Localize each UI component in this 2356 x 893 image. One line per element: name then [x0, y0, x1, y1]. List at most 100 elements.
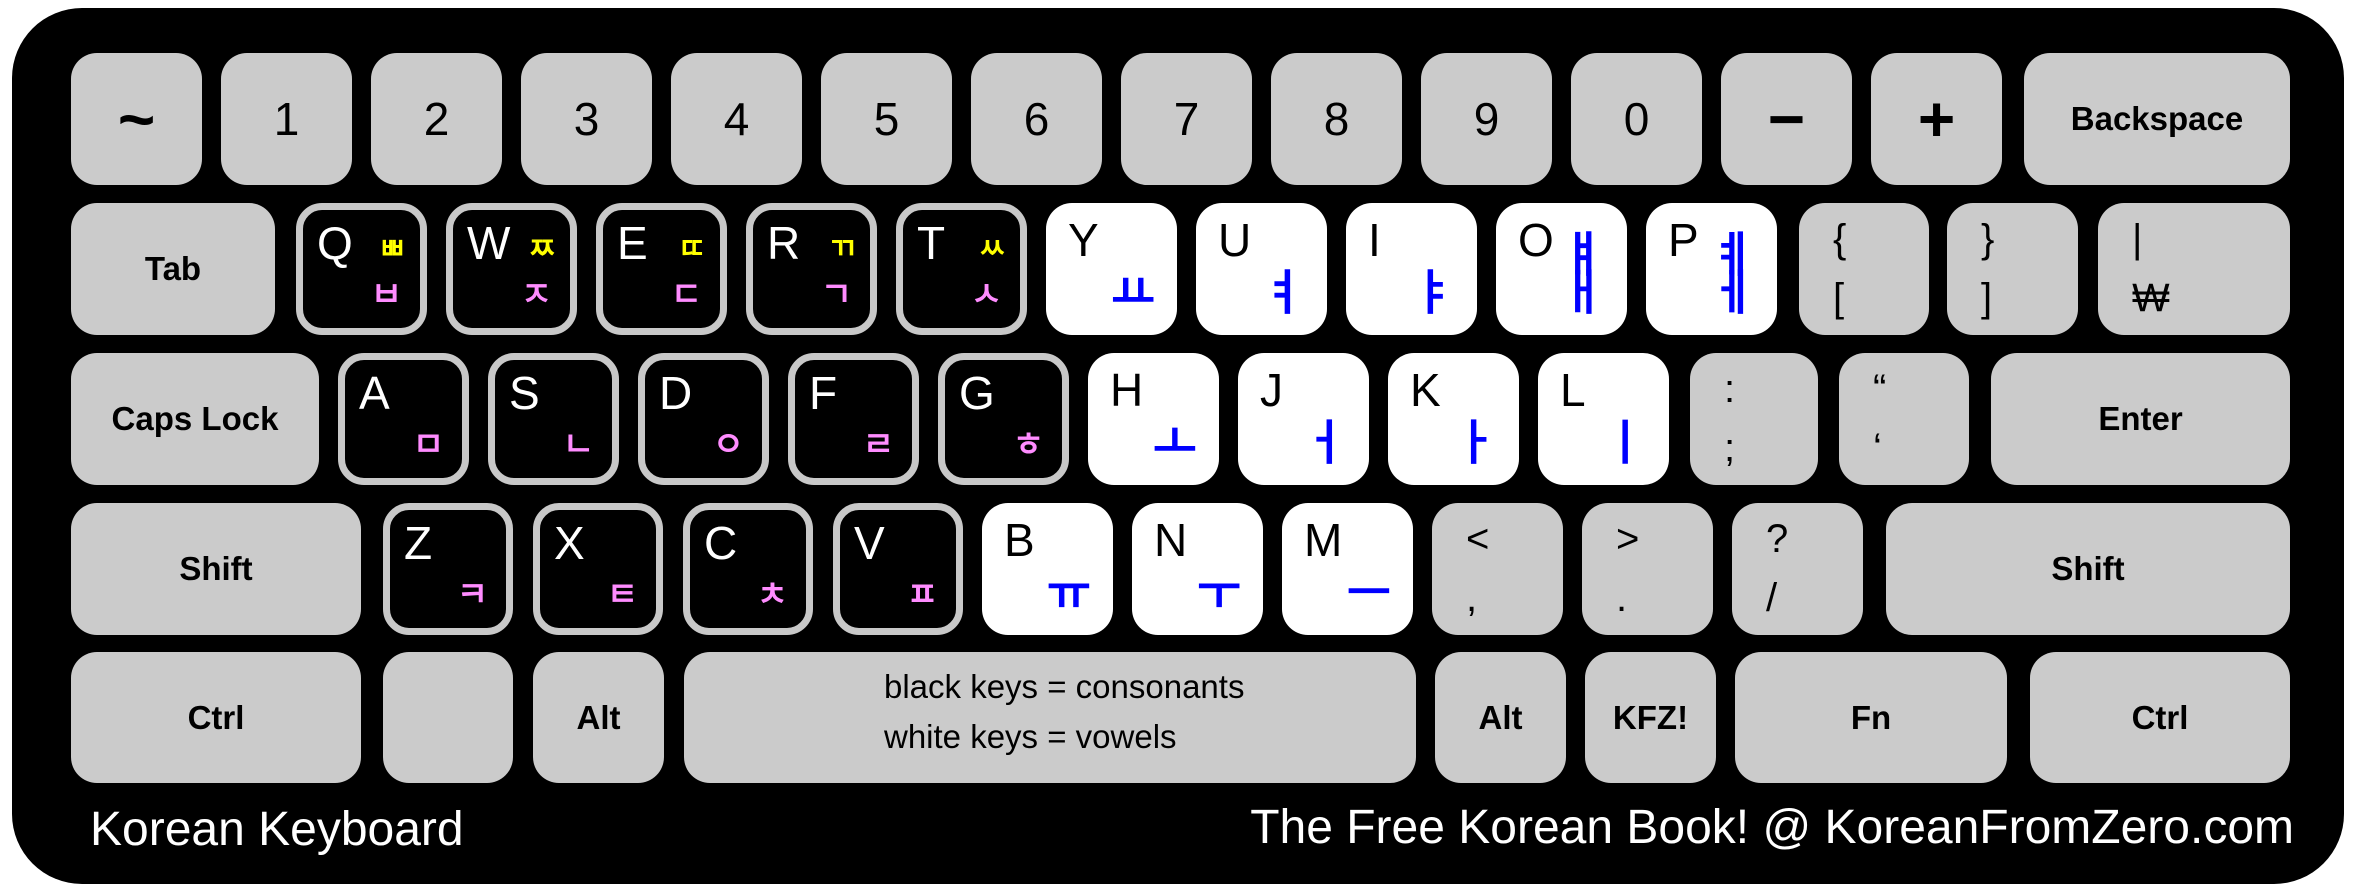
key-k[interactable]: K ㅏ: [1388, 353, 1519, 485]
key-label: Alt: [1478, 698, 1523, 736]
legend-consonants: black keys = consonants: [884, 668, 1245, 705]
latin-label: E: [617, 217, 648, 269]
key-q[interactable]: Q ㅃ ㅂ: [296, 203, 427, 335]
key-c[interactable]: C ㅊ: [683, 503, 813, 635]
latin-label: J: [1260, 364, 1283, 416]
key-7[interactable]: 7: [1121, 53, 1252, 185]
key-label: Backspace: [2070, 100, 2244, 137]
key-slash[interactable]: ? /: [1732, 503, 1863, 635]
key-label: Enter: [2098, 400, 2183, 437]
key-o[interactable]: O ㅒ ㅐ: [1496, 203, 1627, 335]
key-fn[interactable]: Fn: [1735, 652, 2007, 783]
key-0[interactable]: 0: [1571, 53, 1702, 185]
key-3[interactable]: 3: [521, 53, 652, 185]
key-w[interactable]: W ㅉ ㅈ: [446, 203, 577, 335]
key-ctrl-right[interactable]: Ctrl: [2030, 652, 2290, 783]
key-b[interactable]: B ㅠ: [982, 503, 1113, 635]
key-a[interactable]: A ㅁ: [338, 353, 469, 485]
key-caps-lock[interactable]: Caps Lock: [71, 353, 319, 485]
shift-label: |: [2132, 217, 2143, 261]
consonant-label: ㅅ: [970, 276, 1002, 314]
key-left-bracket[interactable]: { [: [1799, 203, 1929, 335]
key-j[interactable]: J ㅓ: [1238, 353, 1369, 485]
key-4[interactable]: 4: [671, 53, 802, 185]
key-l[interactable]: L ㅣ: [1538, 353, 1669, 485]
latin-label: S: [509, 367, 540, 419]
latin-label: I: [1368, 214, 1381, 266]
latin-label: C: [704, 517, 738, 569]
key-g[interactable]: G ㅎ: [938, 353, 1069, 485]
key-v[interactable]: V ㅍ: [833, 503, 963, 635]
key-label: Fn: [1850, 698, 1892, 736]
key-backslash-won[interactable]: | ₩: [2098, 203, 2290, 335]
key-kfz[interactable]: KFZ!: [1585, 652, 1716, 783]
key-1[interactable]: 1: [221, 53, 352, 185]
key-alt-left[interactable]: Alt: [533, 652, 664, 783]
key-8[interactable]: 8: [1271, 53, 1402, 185]
latin-label: U: [1218, 214, 1252, 266]
key-9[interactable]: 9: [1421, 53, 1552, 185]
key-shift-right[interactable]: Shift: [1886, 503, 2290, 635]
key-alt-right[interactable]: Alt: [1435, 652, 1566, 783]
consonant-label: ㅂ: [370, 276, 402, 314]
key-enter[interactable]: Enter: [1991, 353, 2290, 485]
key-p[interactable]: P ㅖ ㅔ: [1646, 203, 1777, 335]
key-minus[interactable]: −: [1721, 53, 1852, 185]
key-label: Tab: [144, 250, 202, 287]
base-label: ]: [1981, 276, 1993, 320]
key-comma[interactable]: < ,: [1432, 503, 1563, 635]
key-e[interactable]: E ㄸ ㄷ: [596, 203, 727, 335]
base-label: /: [1766, 576, 1778, 620]
key-x[interactable]: X ㅌ: [533, 503, 663, 635]
key-2[interactable]: 2: [371, 53, 502, 185]
key-quote[interactable]: “ ‘: [1839, 353, 1969, 485]
base-label: ‘: [1873, 426, 1882, 470]
key-period[interactable]: > .: [1582, 503, 1713, 635]
key-6[interactable]: 6: [971, 53, 1102, 185]
legend-vowels: white keys = vowels: [884, 718, 1177, 755]
consonant-label: ㄹ: [862, 426, 894, 464]
base-label: .: [1616, 576, 1628, 620]
key-m[interactable]: M ㅡ: [1282, 503, 1413, 635]
key-plus[interactable]: +: [1871, 53, 2002, 185]
key-y[interactable]: Y ㅛ: [1046, 203, 1177, 335]
key-d[interactable]: D ㅇ: [638, 353, 769, 485]
key-spacebar[interactable]: black keys = consonants white keys = vow…: [684, 652, 1416, 783]
vowel-label: ㅣ: [1602, 417, 1647, 470]
double-consonant-label: ㅆ: [978, 233, 1006, 266]
footer-title: Korean Keyboard: [90, 803, 464, 856]
key-label: Ctrl: [2131, 698, 2189, 736]
key-semicolon[interactable]: : ;: [1690, 353, 1818, 485]
key-f[interactable]: F ㄹ: [788, 353, 919, 485]
key-z[interactable]: Z ㅋ: [383, 503, 513, 635]
consonant-label: ㅈ: [520, 276, 552, 314]
key-5[interactable]: 5: [821, 53, 952, 185]
consonant-label: ㅎ: [1012, 426, 1044, 464]
consonant-label: ㅋ: [456, 576, 488, 614]
key-backspace[interactable]: Backspace: [2024, 53, 2290, 185]
latin-label: F: [809, 367, 838, 419]
key-tilde[interactable]: ~: [71, 53, 202, 185]
vowel-label: ㅡ: [1346, 567, 1391, 620]
vowel-label: ㅑ: [1410, 267, 1455, 320]
key-h[interactable]: H ㅗ: [1088, 353, 1219, 485]
vowel-label: ㅛ: [1110, 267, 1155, 320]
key-tab[interactable]: Tab: [71, 203, 275, 335]
latin-label: N: [1154, 514, 1188, 566]
key-shift-left[interactable]: Shift: [71, 503, 361, 635]
key-blank[interactable]: [383, 652, 513, 783]
latin-label: K: [1410, 364, 1441, 416]
key-label: Shift: [179, 550, 253, 587]
key-r[interactable]: R ㄲ ㄱ: [746, 203, 877, 335]
latin-label: H: [1110, 364, 1144, 416]
base-label: ,: [1466, 576, 1478, 620]
key-label: 7: [1173, 93, 1200, 145]
base-label: [: [1833, 276, 1845, 320]
key-right-bracket[interactable]: } ]: [1947, 203, 2078, 335]
key-i[interactable]: I ㅑ: [1346, 203, 1477, 335]
key-u[interactable]: U ㅕ: [1196, 203, 1327, 335]
key-ctrl-left[interactable]: Ctrl: [71, 652, 361, 783]
key-s[interactable]: S ㄴ: [488, 353, 619, 485]
key-n[interactable]: N ㅜ: [1132, 503, 1263, 635]
key-t[interactable]: T ㅆ ㅅ: [896, 203, 1027, 335]
